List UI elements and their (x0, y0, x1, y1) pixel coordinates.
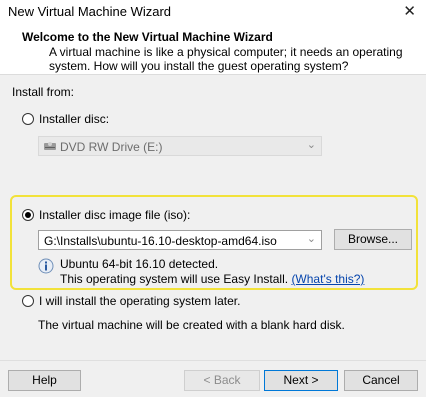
install-from-label: Install from: (12, 85, 75, 99)
drive-select-value: DVD RW Drive (E:) (60, 140, 163, 154)
info-icon (38, 258, 54, 277)
iso-path-value: G:\Installs\ubuntu-16.10-desktop-amd64.i… (44, 234, 277, 248)
wizard-header: Welcome to the New Virtual Machine Wizar… (0, 24, 426, 75)
easy-install-text: This operating system will use Easy Inst… (60, 272, 289, 286)
drive-select: DVD RW Drive (E:) ⌄ (38, 136, 322, 156)
help-button[interactable]: Help (8, 370, 81, 391)
back-button[interactable]: < Back (184, 370, 260, 391)
window-title: New Virtual Machine Wizard (8, 4, 172, 19)
chevron-down-icon[interactable]: ⌄ (307, 232, 316, 245)
close-icon[interactable]: ✕ (403, 2, 416, 20)
iso-radio[interactable] (22, 209, 34, 221)
wizard-body: Install from: Installer disc: DVD RW Dri… (0, 75, 426, 360)
next-button[interactable]: Next > (264, 370, 338, 391)
install-later-label[interactable]: I will install the operating system late… (39, 294, 240, 308)
installer-disc-label[interactable]: Installer disc: (39, 112, 109, 126)
easy-install-line: This operating system will use Easy Inst… (60, 272, 364, 286)
browse-button[interactable]: Browse... (334, 229, 412, 250)
install-later-radio[interactable] (22, 295, 34, 307)
title-bar: New Virtual Machine Wizard ✕ (0, 0, 426, 24)
disc-drive-icon (43, 140, 57, 155)
page-description: A virtual machine is like a physical com… (49, 45, 403, 73)
wizard-footer: Help < Back Next > Cancel (0, 360, 426, 397)
blank-disk-note: The virtual machine will be created with… (38, 318, 345, 332)
whats-this-link[interactable]: (What's this?) (291, 272, 364, 286)
detected-os-text: Ubuntu 64-bit 16.10 detected. (60, 257, 219, 271)
page-title: Welcome to the New Virtual Machine Wizar… (22, 30, 273, 44)
iso-label[interactable]: Installer disc image file (iso): (39, 208, 190, 222)
installer-disc-radio[interactable] (22, 113, 34, 125)
chevron-down-icon: ⌄ (306, 139, 316, 151)
iso-path-combo[interactable]: G:\Installs\ubuntu-16.10-desktop-amd64.i… (38, 230, 322, 250)
cancel-button[interactable]: Cancel (344, 370, 418, 391)
